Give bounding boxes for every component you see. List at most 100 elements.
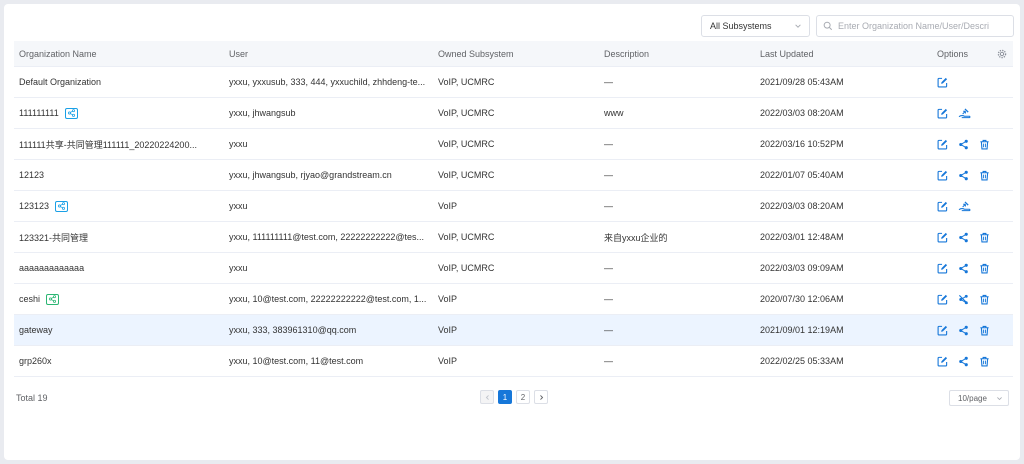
description-cell: — [604, 139, 613, 149]
total-count: Total 19 [16, 393, 48, 403]
last-updated-cell: 2021/09/01 12:19AM [760, 325, 844, 335]
share-icon[interactable] [958, 263, 969, 274]
edit-icon[interactable] [937, 77, 948, 88]
organization-name: 111111111 [19, 108, 59, 118]
organization-name: 111111共享-共同管理111111_20220224200... [19, 139, 197, 150]
organization-name-cell: 111111111 [14, 107, 224, 119]
gear-icon[interactable] [997, 49, 1007, 59]
organization-name-cell: 123123 [14, 200, 224, 212]
table-row[interactable]: grp260x yxxu, 10@test.com, 11@test.com VoI… [14, 346, 1013, 377]
delete-icon[interactable] [979, 294, 990, 305]
organization-name: 123321-共同管理 [19, 232, 89, 243]
table-row[interactable]: gateway yxxu, 333, 383961310@qq.com VoIP — 2… [14, 315, 1013, 346]
options-cell [932, 325, 1013, 336]
options-cell [932, 294, 1013, 305]
description-cell: — [604, 325, 613, 335]
user-cell: yxxu [229, 139, 248, 149]
last-updated-cell: 2020/07/30 12:06AM [760, 294, 844, 304]
last-updated-cell: 2021/09/28 05:43AM [760, 77, 844, 87]
organization-name: Default Organization [19, 77, 102, 87]
edit-icon[interactable] [937, 170, 948, 181]
subsystem-cell: VoIP [438, 201, 458, 211]
handover-icon[interactable] [958, 200, 971, 212]
chevron-down-icon [997, 396, 1002, 400]
subsystem-cell: VoIP [438, 356, 458, 366]
organization-name: ceshi [19, 294, 41, 304]
table-row[interactable]: 123321-共同管理 yxxu, 111111111@test.com, 222… [14, 222, 1013, 253]
options-cell [932, 263, 1013, 274]
search-input[interactable] [837, 21, 1007, 31]
delete-icon[interactable] [979, 232, 990, 243]
share-icon[interactable] [958, 170, 969, 181]
subsystem-cell: VoIP, UCMRC [438, 77, 495, 87]
subsystem-select[interactable]: All Subsystems [701, 15, 810, 37]
subsystem-cell: VoIP, UCMRC [438, 232, 495, 242]
page-2-button[interactable]: 2 [516, 390, 530, 404]
user-cell: yxxu, 333, 383961310@qq.com [229, 325, 357, 335]
table-header: Organization Name User Owned Subsystem D… [14, 41, 1013, 67]
edit-icon[interactable] [937, 356, 948, 367]
header-organization-name: Organization Name [19, 48, 97, 59]
table-row[interactable]: 12123 yxxu, jhwangsub, rjyao@grandstream.… [14, 160, 1013, 191]
chevron-down-icon [795, 24, 801, 28]
edit-icon[interactable] [937, 201, 948, 212]
edit-icon[interactable] [937, 325, 948, 336]
header-description: Description [604, 48, 650, 59]
search-box[interactable] [816, 15, 1014, 37]
table-row[interactable]: 111111共享-共同管理111111_20220224200... yxxu Vo… [14, 129, 1013, 160]
page-1-button[interactable]: 1 [498, 390, 512, 404]
options-cell [932, 170, 1013, 181]
delete-icon[interactable] [979, 325, 990, 336]
chevron-left-icon [485, 394, 489, 400]
delete-icon[interactable] [979, 170, 990, 181]
page-size-select[interactable]: 10/page [949, 390, 1009, 406]
delete-icon[interactable] [979, 356, 990, 367]
edit-icon[interactable] [937, 294, 948, 305]
options-cell [932, 77, 1013, 88]
organization-name: 12123 [19, 170, 45, 180]
user-cell: yxxu, jhwangsub, rjyao@grandstream.cn [229, 170, 392, 180]
edit-icon[interactable] [937, 108, 948, 119]
table-footer: Total 19 1 2 10/page [16, 387, 1009, 409]
delete-icon[interactable] [979, 263, 990, 274]
handover-icon[interactable] [958, 107, 971, 119]
user-cell: yxxu, 10@test.com, 11@test.com [229, 356, 364, 366]
table-row[interactable]: aaaaaaaaaaaaa yxxu VoIP, UCMRC — 2022/03/03 … [14, 253, 1013, 284]
delete-icon[interactable] [979, 139, 990, 150]
organization-name-cell: Default Organization [14, 77, 224, 87]
edit-icon[interactable] [937, 263, 948, 274]
edit-icon[interactable] [937, 139, 948, 150]
pagination: 1 2 [480, 390, 548, 404]
share-icon[interactable] [958, 232, 969, 243]
organization-name: grp260x [19, 356, 52, 366]
share-icon[interactable] [958, 356, 969, 367]
unshare-icon[interactable] [958, 294, 969, 305]
shared-badge-icon [55, 200, 69, 212]
organization-name-cell: aaaaaaaaaaaaa [14, 263, 224, 273]
chevron-right-icon [539, 394, 543, 400]
description-cell: — [604, 356, 613, 366]
organization-name: gateway [19, 325, 53, 335]
table-row[interactable]: Default Organization yxxu, yxxusub, 333, … [14, 67, 1013, 98]
edit-icon[interactable] [937, 232, 948, 243]
share-icon[interactable] [958, 325, 969, 336]
prev-page-button[interactable] [480, 390, 494, 404]
subsystem-cell: VoIP [438, 325, 458, 335]
table-row[interactable]: 123123 yxxu VoIP — 2022/03/03 08:20AM [14, 191, 1013, 222]
next-page-button[interactable] [534, 390, 548, 404]
table-body: Default Organization yxxu, yxxusub, 333, … [14, 67, 1013, 377]
subsystem-select-value: All Subsystems [710, 21, 772, 31]
subsystem-cell: VoIP, UCMRC [438, 108, 495, 118]
last-updated-cell: 2022/03/03 08:20AM [760, 108, 844, 118]
share-icon[interactable] [958, 139, 969, 150]
description-cell: — [604, 201, 613, 211]
subsystem-cell: VoIP, UCMRC [438, 263, 495, 273]
table-row[interactable]: 111111111 yxxu, jhwangsub VoIP, UCMRC www 20… [14, 98, 1013, 129]
table-row[interactable]: ceshi yxxu, 10@test.com, 22222222222@test… [14, 284, 1013, 315]
organization-name-cell: 111111共享-共同管理111111_20220224200... [14, 138, 224, 151]
description-cell: — [604, 170, 613, 180]
last-updated-cell: 2022/03/01 12:48AM [760, 232, 844, 242]
page-size-value: 10/page [958, 393, 987, 403]
subsystem-cell: VoIP, UCMRC [438, 139, 495, 149]
description-cell: 来自yxxu企业的 [604, 232, 668, 243]
